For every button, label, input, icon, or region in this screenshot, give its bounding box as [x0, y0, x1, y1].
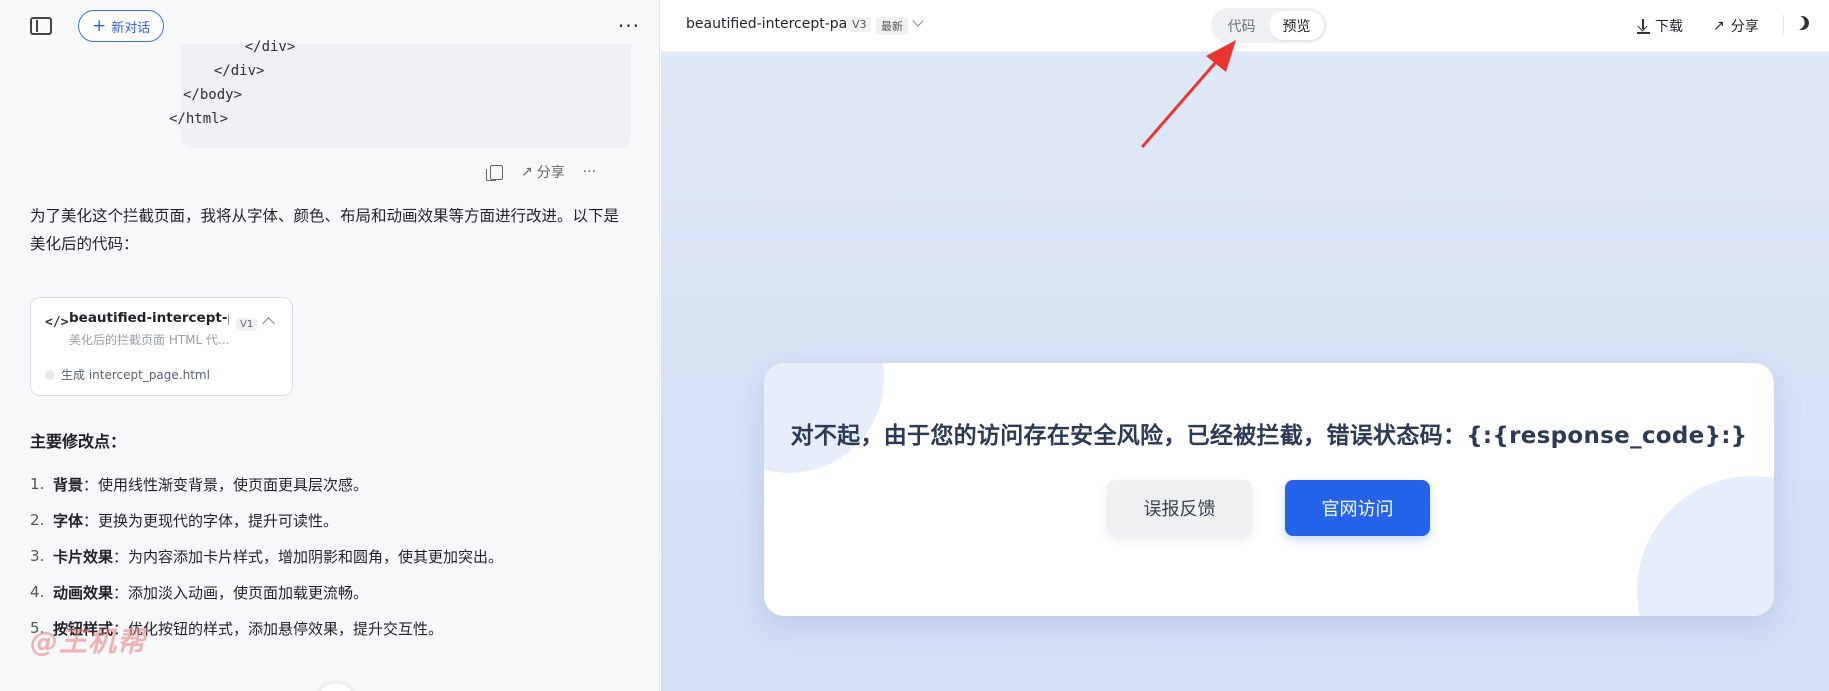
list-item: 2. 字体 ：更换为更现代的字体，提升可读性。	[30, 502, 503, 538]
list-desc: ：更换为更现代的字体，提升可读性。	[83, 511, 339, 530]
list-desc: ：添加淡入动画，使页面加载更流畅。	[113, 583, 369, 602]
dark-mode-icon[interactable]	[1793, 14, 1811, 32]
assistant-reply: 为了美化这个拦截页面，我将从字体、颜色、布局和动画效果等方面进行改进。以下是美化…	[30, 207, 620, 253]
official-site-button[interactable]: 官网访问	[1285, 480, 1430, 536]
download-label: 下载	[1655, 19, 1683, 35]
newest-badge: 最新	[876, 17, 908, 35]
decorative-circle	[1637, 476, 1774, 616]
chevron-down-icon[interactable]	[912, 15, 924, 27]
status-dot-icon	[45, 369, 55, 380]
divider	[1783, 15, 1784, 35]
list-number: 1.	[30, 475, 45, 493]
artifact-status: 生成 intercept_page.html	[45, 366, 210, 383]
code-line: </body>	[183, 87, 243, 103]
list-desc: ：使用线性渐变背景，使页面更具层次感。	[83, 475, 369, 494]
list-desc: ：为内容添加卡片样式，增加阴影和圆角，使其更加突出。	[113, 547, 504, 566]
code-line: </div>	[197, 63, 265, 79]
view-toggle: 代码 预览	[1211, 8, 1327, 43]
modifications-heading: 主要修改点：	[30, 432, 127, 451]
chat-panel: + 新对话 ··· </div> </div> </body> </html> …	[0, 0, 660, 691]
new-chat-button[interactable]: + 新对话	[78, 10, 165, 42]
new-chat-label: 新对话	[111, 20, 151, 36]
page-preview: 对不起，由于您的访问存在安全风险，已经被拦截，错误状态码：{:{response…	[661, 52, 1829, 691]
preview-header: beautified-intercept-page V3 最新 代码 预览 下载…	[661, 0, 1829, 52]
intercept-card: 对不起，由于您的访问存在安全风险，已经被拦截，错误状态码：{:{response…	[764, 363, 1774, 616]
code-line: </html>	[169, 111, 229, 127]
download-icon	[1637, 19, 1650, 34]
list-number: 4.	[30, 583, 45, 601]
artifact-subtitle: 美化后的拦截页面 HTML 代...	[69, 333, 230, 347]
code-icon: </>	[45, 315, 69, 330]
share-button[interactable]: ↗ 分享	[1713, 16, 1759, 36]
watermark: @王机帮	[30, 625, 147, 658]
intercept-message: 对不起，由于您的访问存在安全风险，已经被拦截，错误状态码：{:{response…	[790, 423, 1748, 449]
share-icon: ↗	[1713, 18, 1725, 34]
version-badge: V3	[848, 17, 871, 32]
share-label: 分享	[536, 165, 565, 181]
message-actions: ↗ 分享 ···	[486, 162, 596, 182]
artifact-status-text: 生成 intercept_page.html	[61, 368, 210, 382]
document-title: beautified-intercept-page	[686, 16, 865, 32]
artifact-title: beautified-intercept-p...	[69, 310, 229, 326]
list-term: 字体	[53, 511, 84, 530]
list-item: 3. 卡片效果 ：为内容添加卡片样式，增加阴影和圆角，使其更加突出。	[30, 538, 503, 574]
code-line: </div>	[211, 39, 296, 55]
false-report-button[interactable]: 误报反馈	[1107, 480, 1252, 536]
list-item: 1. 背景 ：使用线性渐变背景，使页面更具层次感。	[30, 466, 503, 502]
chevron-up-icon[interactable]	[262, 317, 275, 330]
preview-panel: beautified-intercept-page V3 最新 代码 预览 下载…	[661, 0, 1829, 691]
list-desc: ：优化按钮的样式，添加悬停效果，提升交互性。	[113, 619, 444, 638]
copy-icon[interactable]	[486, 164, 503, 181]
share-label: 分享	[1730, 19, 1759, 35]
message-more-icon[interactable]: ···	[583, 164, 596, 180]
list-term: 动画效果	[53, 583, 114, 602]
sidebar-toggle-icon[interactable]	[30, 17, 52, 35]
modifications-list: 1. 背景 ：使用线性渐变背景，使页面更具层次感。 2. 字体 ：更换为更现代的字体，提…	[30, 466, 503, 646]
download-button[interactable]: 下载	[1637, 16, 1683, 36]
list-term: 背景	[53, 475, 84, 494]
share-icon: ↗	[521, 164, 533, 180]
artifact-card[interactable]: </> beautified-intercept-p... 美化后的拦截页面 H…	[30, 297, 293, 396]
list-number: 2.	[30, 511, 45, 529]
message-share-button[interactable]: ↗ 分享	[521, 162, 565, 182]
code-snippet: </div> </div> </body> </html>	[169, 39, 631, 148]
plus-icon: +	[92, 15, 107, 36]
list-term: 卡片效果	[53, 547, 114, 566]
list-number: 3.	[30, 547, 45, 565]
artifact-version-badge: V1	[236, 318, 258, 331]
list-item: 4. 动画效果 ：添加淡入动画，使页面加载更流畅。	[30, 574, 503, 610]
tab-code[interactable]: 代码	[1214, 11, 1269, 40]
scroll-to-bottom-button[interactable]	[316, 683, 356, 691]
tab-preview[interactable]: 预览	[1269, 11, 1324, 40]
more-options-icon[interactable]: ···	[618, 14, 640, 38]
